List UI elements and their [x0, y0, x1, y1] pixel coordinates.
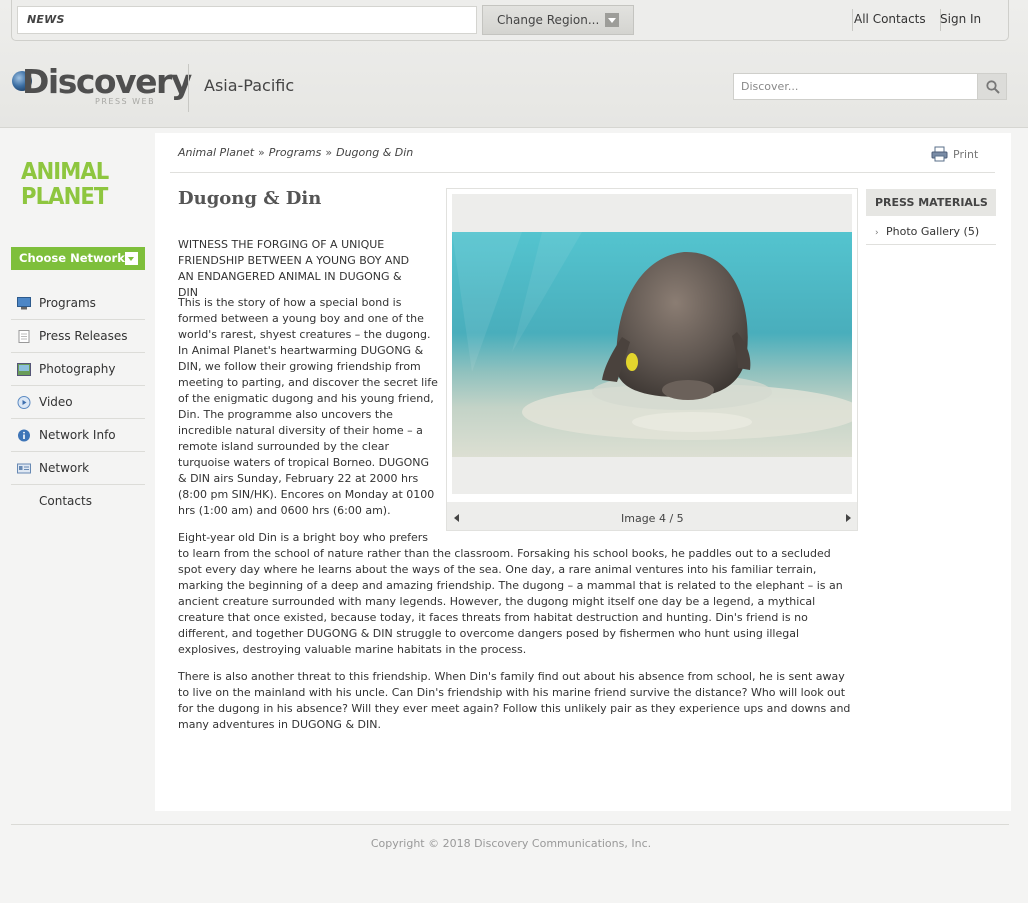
- arrow-left-icon: [454, 514, 459, 522]
- sidebar-item-press-releases[interactable]: Press Releases: [11, 320, 145, 353]
- sidebar-item-network-contacts[interactable]: Network Contacts: [11, 452, 145, 508]
- sidebar-item-label: Programs: [39, 296, 96, 310]
- picture-icon: [17, 363, 31, 376]
- press-materials-heading: PRESS MATERIALS: [866, 189, 996, 216]
- all-contacts-link[interactable]: All Contacts: [854, 12, 926, 26]
- article-paragraph: There is also another threat to this fri…: [178, 670, 851, 731]
- printer-icon: [931, 146, 948, 162]
- info-icon: [18, 429, 30, 442]
- change-region-label: Change Region...: [497, 13, 600, 27]
- play-icon: [17, 396, 31, 409]
- sidebar-item-label: Press Releases: [39, 329, 128, 343]
- change-region-button[interactable]: Change Region...: [482, 5, 634, 35]
- sidebar-item-video[interactable]: Video: [11, 386, 145, 419]
- breadcrumb-separator: »: [258, 146, 265, 159]
- breadcrumb-link-programs[interactable]: Programs: [269, 146, 322, 159]
- divider: [170, 172, 995, 173]
- search-button[interactable]: [977, 73, 1007, 100]
- region-name: Asia-Pacific: [204, 76, 295, 95]
- contact-card-icon: [17, 463, 31, 474]
- divider: [188, 64, 189, 112]
- divider: [852, 9, 853, 31]
- sign-in-link[interactable]: Sign In: [940, 12, 981, 26]
- next-image-button[interactable]: [843, 509, 853, 522]
- sidebar-item-label: Network Contacts: [39, 461, 92, 508]
- sidebar-item-programs[interactable]: Programs: [11, 287, 145, 320]
- divider: [11, 824, 1009, 825]
- choose-network-button[interactable]: Choose Network...: [11, 247, 145, 270]
- sidebar-item-photography[interactable]: Photography: [11, 353, 145, 386]
- chevron-down-icon: [605, 13, 619, 27]
- copyright-text: Copyright © 2018 Discovery Communication…: [370, 837, 652, 850]
- dugong-photo-image: [452, 232, 852, 457]
- logo-line-1: ANIMAL: [21, 159, 109, 185]
- chevron-right-icon: ›: [875, 228, 879, 238]
- logo-line-2: PLANET: [21, 184, 108, 210]
- gallery-counter: Image 4 / 5: [621, 512, 684, 525]
- search-input[interactable]: [733, 73, 977, 100]
- sidebar-nav: Programs Press Releases Photography Vide…: [11, 287, 145, 508]
- document-icon: [18, 330, 30, 343]
- breadcrumb: Animal Planet» Programs» Dugong & Din: [178, 146, 413, 159]
- page-title: Dugong & Din: [178, 188, 322, 209]
- breadcrumb-link-animal-planet[interactable]: Animal Planet: [178, 146, 254, 159]
- article-paragraph: Eight-year old Din is a bright boy who p…: [178, 531, 429, 544]
- article-lead: WITNESS THE FORGING OF A UNIQUE FRIENDSH…: [178, 238, 410, 299]
- chevron-down-icon: [125, 252, 138, 265]
- discovery-logo[interactable]: Discovery: [22, 62, 192, 101]
- news-ticker[interactable]: NEWS: [17, 6, 477, 34]
- sidebar-item-label: Photography: [39, 362, 116, 376]
- monitor-icon: [17, 297, 31, 310]
- breadcrumb-separator: »: [325, 146, 333, 159]
- sidebar-item-label: Video: [39, 395, 73, 409]
- sidebar-item-label: Network Info: [39, 428, 116, 442]
- breadcrumb-link-current[interactable]: Dugong & Din: [336, 146, 413, 159]
- arrow-right-icon: [846, 514, 851, 522]
- article-paragraph: This is the story of how a special bond …: [178, 296, 438, 517]
- photo-gallery-link[interactable]: Photo Gallery (5): [866, 218, 996, 245]
- sidebar-item-network-info[interactable]: Network Info: [11, 419, 145, 452]
- gallery-photo-dugong[interactable]: [452, 232, 852, 457]
- print-label: Print: [953, 148, 979, 161]
- search-icon: [986, 80, 1000, 94]
- logo-subtitle: PRESS WEB: [95, 97, 156, 106]
- article-paragraph: to learn from the school of nature rathe…: [178, 547, 843, 656]
- choose-network-label: Choose Network...: [19, 251, 138, 265]
- animal-planet-logo[interactable]: ANIMAL PLANET: [21, 160, 135, 218]
- previous-image-button[interactable]: [452, 509, 462, 522]
